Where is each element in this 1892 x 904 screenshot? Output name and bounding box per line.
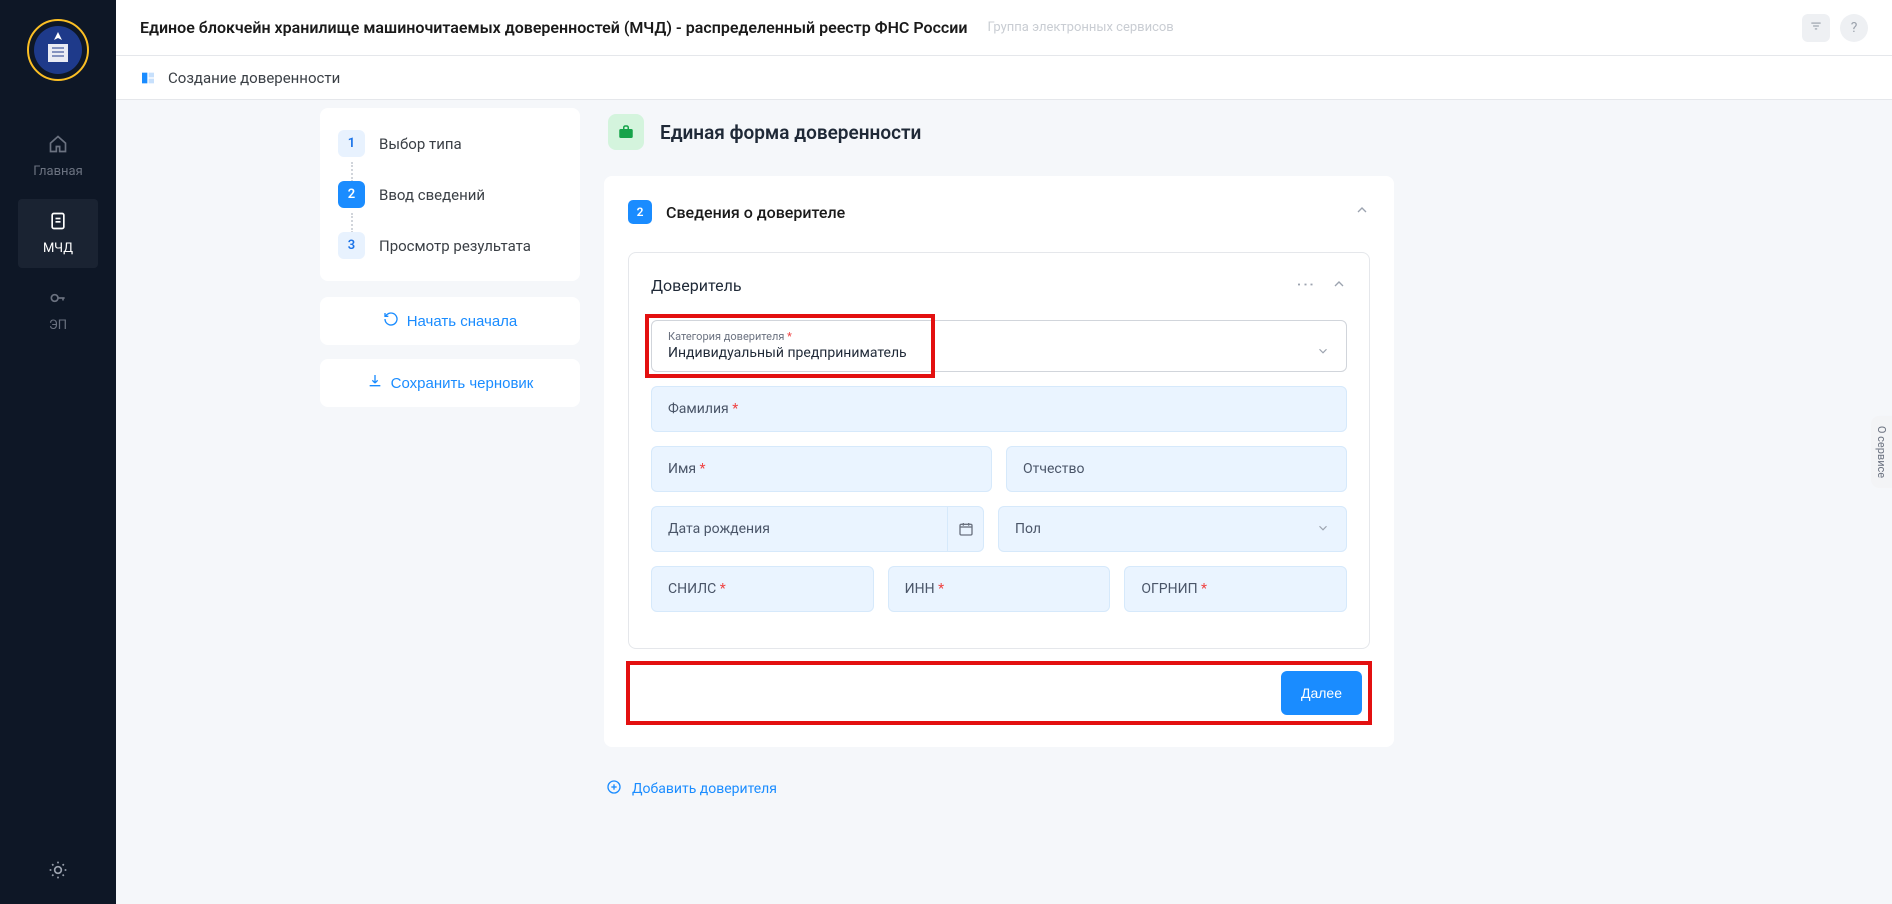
category-value: Индивидуальный предприниматель [668,345,907,361]
field-label: Отчество [1023,461,1084,477]
chevron-down-icon [1316,343,1330,362]
chevron-down-icon [1316,520,1330,539]
sun-icon [48,865,68,884]
restart-label: Начать сначала [407,313,518,330]
key-icon [48,288,68,312]
field-label: Имя * [668,461,706,477]
reload-icon [383,311,399,331]
category-label: Категория доверителя * [668,330,792,343]
step-label: Выбор типа [379,135,462,153]
field-label: Фамилия * [668,401,738,417]
trustor-subsection: Доверитель ⋮ [628,252,1370,649]
kebab-icon: ⋮ [1295,276,1316,296]
page-subtitle: Группа электронных сервисов [987,20,1173,35]
category-select[interactable]: Категория доверителя * Индивидуальный пр… [651,320,1347,372]
snils-field[interactable]: СНИЛС * [651,566,874,612]
stepper-card: 1 Выбор типа 2 Ввод сведений 3 Просмотр … [320,108,580,281]
step-2[interactable]: 2 Ввод сведений [338,169,562,220]
section-card: 2 Сведения о доверителе Доверитель ⋮ [604,176,1394,747]
save-draft-button[interactable]: Сохранить черновик [320,359,580,407]
sub-header-title: Создание доверенности [168,69,340,87]
calendar-icon [947,507,983,551]
section-header: 2 Сведения о доверителе [628,200,1370,224]
document-icon [48,211,68,235]
page-title: Единое блокчейн хранилище машиночитаемых… [140,18,967,37]
collapse-section-button[interactable] [1354,202,1370,222]
field-label: Пол [1015,521,1041,537]
plus-circle-icon [606,779,622,799]
add-trustor-link[interactable]: Добавить доверителя [604,767,779,811]
next-button-container: Далее [628,663,1370,723]
sidebar-item-label: ЭП [49,318,67,333]
next-button[interactable]: Далее [1281,671,1362,715]
name-field[interactable]: Имя * [651,446,992,492]
download-icon [367,373,383,393]
form-icon [140,70,156,86]
section-title: Сведения о доверителе [666,203,845,222]
add-trustor-label: Добавить доверителя [632,781,777,797]
step-num: 3 [338,232,365,259]
briefcase-icon [608,114,644,150]
chevron-up-icon [1331,277,1347,296]
filter-button[interactable] [1802,14,1830,42]
main-content: 1 Выбор типа 2 Ввод сведений 3 Просмотр … [116,100,1892,904]
save-draft-label: Сохранить черновик [391,375,534,392]
sidebar-item-home[interactable]: Главная [18,122,98,191]
form-column: Единая форма доверенности 2 Сведения о д… [604,108,1394,811]
sidebar-item-label: МЧД [43,241,73,256]
step-1[interactable]: 1 Выбор типа [338,118,562,169]
step-label: Просмотр результата [379,237,531,255]
step-label: Ввод сведений [379,186,485,204]
step-3[interactable]: 3 Просмотр результата [338,220,562,271]
restart-button[interactable]: Начать сначала [320,297,580,345]
chevron-up-icon [1354,203,1370,222]
surname-field[interactable]: Фамилия * [651,386,1347,432]
inn-field[interactable]: ИНН * [888,566,1111,612]
sub-header: Создание доверенности [116,56,1892,100]
fns-logo [26,18,90,82]
sidebar-item-ep[interactable]: ЭП [18,276,98,345]
field-label: Дата рождения [668,521,770,537]
field-label: ИНН * [905,581,944,597]
home-icon [48,134,68,158]
subsection-title: Доверитель [651,276,742,295]
gender-select[interactable]: Пол [998,506,1347,552]
ogrnip-field[interactable]: ОГРНИП * [1124,566,1347,612]
sidebar-item-mchd[interactable]: МЧД [18,199,98,268]
filter-icon [1809,19,1823,37]
field-label: СНИЛС * [668,581,726,597]
about-service-tab[interactable]: О сервисе [1871,416,1892,488]
stepper-column: 1 Выбор типа 2 Ввод сведений 3 Просмотр … [320,108,580,421]
theme-toggle[interactable] [48,860,68,884]
top-header: Единое блокчейн хранилище машиночитаемых… [116,0,1892,56]
birthdate-field[interactable]: Дата рождения [651,506,984,552]
field-label: ОГРНИП * [1141,581,1207,597]
collapse-subsection-button[interactable] [1331,276,1347,296]
help-icon: ? [1851,20,1858,36]
sidebar: Главная МЧД ЭП [0,0,116,904]
step-num: 2 [338,181,365,208]
patronymic-field[interactable]: Отчество [1006,446,1347,492]
sidebar-item-label: Главная [33,164,82,179]
step-num: 1 [338,130,365,157]
help-button[interactable]: ? [1840,14,1868,42]
form-title: Единая форма доверенности [660,121,921,144]
form-title-row: Единая форма доверенности [604,108,1394,156]
more-actions-button[interactable]: ⋮ [1295,276,1316,296]
section-num: 2 [628,200,652,224]
